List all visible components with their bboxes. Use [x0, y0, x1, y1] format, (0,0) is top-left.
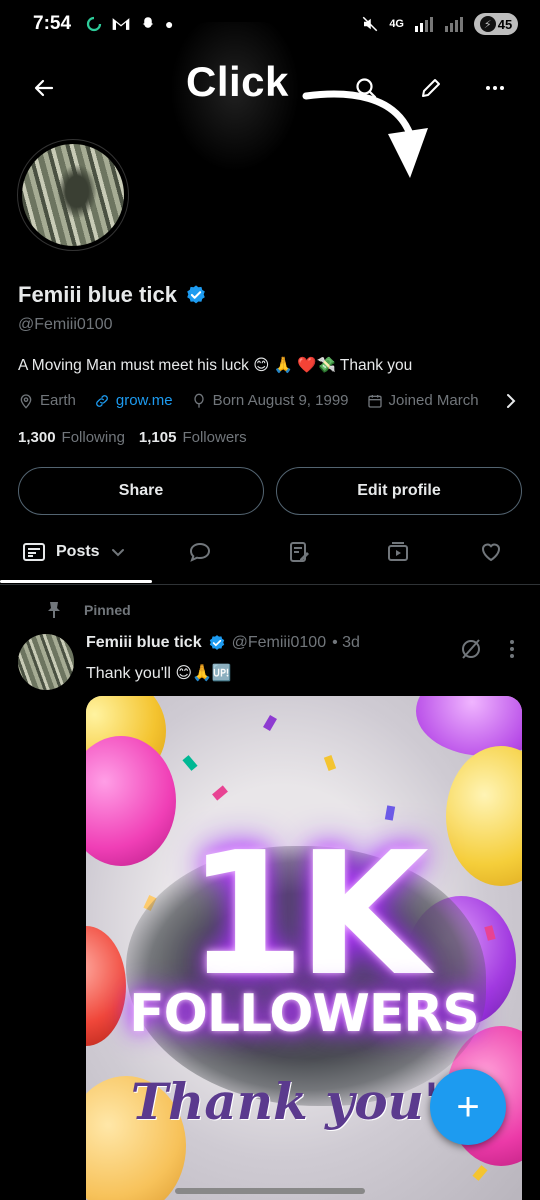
website-item[interactable]: grow.me	[94, 392, 173, 409]
pin-icon	[48, 602, 60, 618]
more-horizontal-icon	[486, 86, 504, 90]
pinned-indicator: Pinned	[46, 601, 131, 619]
profile-handle: @Femiii0100	[18, 316, 113, 333]
reply-bubble-icon	[189, 542, 211, 562]
pinned-label: Pinned	[84, 602, 131, 618]
confetti-decoration	[323, 755, 337, 771]
post-author-name[interactable]: Femiii blue tick	[86, 634, 202, 652]
back-button[interactable]	[26, 70, 62, 106]
battery-level: 45	[497, 16, 513, 32]
gmail-icon	[112, 18, 130, 30]
edit-profile-button[interactable]: Edit profile	[276, 467, 522, 515]
calendar-icon	[367, 394, 382, 408]
tab-articles[interactable]	[281, 534, 317, 570]
post-header: Femiii blue tick @Femiii0100 • 3d	[86, 634, 360, 652]
chevron-down-icon	[111, 549, 124, 557]
profile-meta-row: Earth grow.me Born August 9, 1999 Joined…	[18, 392, 479, 409]
tab-posts-label: Posts	[56, 543, 100, 560]
followers-count: 1,105	[138, 429, 177, 446]
following-label: Following	[61, 429, 125, 446]
link-icon	[95, 394, 108, 407]
article-edit-icon	[290, 542, 309, 562]
more-vertical-icon	[510, 640, 514, 658]
followers-label: Followers	[182, 429, 247, 446]
network-type: 4G	[389, 18, 404, 30]
active-tab-indicator	[0, 580, 152, 583]
follow-counts: 1,300 Following 1,105 Followers	[18, 429, 247, 446]
home-indicator[interactable]	[175, 1188, 365, 1194]
tab-likes[interactable]	[473, 534, 509, 570]
chevron-right-icon[interactable]	[504, 392, 518, 410]
dot-icon: ●	[165, 16, 174, 32]
bolt-icon: ⚡	[479, 16, 496, 32]
tab-posts[interactable]: Posts	[22, 534, 126, 570]
followers-link[interactable]: 1,105 Followers	[139, 429, 247, 446]
profile-avatar[interactable]	[17, 139, 129, 251]
signal-icon-2	[445, 17, 463, 32]
post-text: Thank you'll 😊🙏🆙	[86, 665, 232, 682]
grok-button[interactable]	[453, 631, 489, 667]
profile-name: Femiii blue tick	[18, 282, 177, 307]
more-options-button[interactable]	[477, 70, 513, 106]
tab-replies[interactable]	[182, 534, 218, 570]
birthday-item: Born August 9, 1999	[191, 392, 349, 409]
tab-media[interactable]	[380, 534, 416, 570]
search-icon	[356, 78, 377, 99]
mute-icon	[363, 16, 378, 32]
confetti-decoration	[182, 755, 198, 771]
grok-icon	[462, 639, 480, 659]
profile-name-row: Femiii blue tick	[18, 282, 207, 308]
edit-button[interactable]	[413, 70, 449, 106]
balloon-icon	[193, 393, 204, 408]
confetti-decoration	[212, 785, 228, 801]
birthday-text: Born August 9, 1999	[212, 392, 349, 409]
media-followers-text: FOLLOWERS	[129, 984, 480, 1044]
arrow-left-icon	[34, 79, 54, 97]
verified-badge-icon	[209, 635, 224, 650]
post-more-button[interactable]	[494, 631, 530, 667]
joined-text: Joined March	[388, 392, 479, 409]
profile-tabs: Posts	[0, 524, 540, 583]
profile-bio: A Moving Man must meet his luck 😊 🙏 ❤️💸 …	[18, 357, 413, 374]
location-pin-icon	[20, 393, 32, 409]
following-count: 1,300	[18, 429, 56, 446]
confetti-decoration	[472, 1165, 488, 1181]
heart-icon	[481, 543, 501, 562]
following-link[interactable]: 1,300 Following	[18, 429, 125, 446]
signal-icon	[415, 17, 433, 32]
confetti-decoration	[263, 714, 277, 732]
sync-icon	[86, 16, 102, 32]
location-text: Earth	[40, 392, 76, 409]
posts-icon	[23, 543, 45, 561]
pencil-icon	[422, 79, 440, 97]
compose-post-button[interactable]: +	[430, 1069, 506, 1145]
post-author-avatar[interactable]	[18, 634, 74, 690]
click-annotation-text: Click	[186, 58, 289, 105]
snapchat-icon	[142, 17, 154, 28]
share-button[interactable]: Share	[18, 467, 264, 515]
status-notification-icons: ●	[85, 15, 174, 33]
joined-item: Joined March	[367, 392, 479, 409]
battery-indicator: ⚡ 45	[474, 13, 518, 35]
website-link[interactable]: grow.me	[116, 392, 173, 409]
status-time: 7:54	[33, 13, 72, 34]
status-system-icons: 4G ⚡ 45	[361, 13, 518, 35]
tabs-divider	[0, 584, 540, 585]
video-media-icon	[388, 542, 408, 561]
post-author-handle: @Femiii0100	[231, 634, 327, 651]
verified-badge-icon[interactable]	[185, 284, 207, 306]
post-time: • 3d	[332, 634, 360, 651]
location-item: Earth	[18, 392, 76, 409]
search-button[interactable]	[348, 70, 384, 106]
